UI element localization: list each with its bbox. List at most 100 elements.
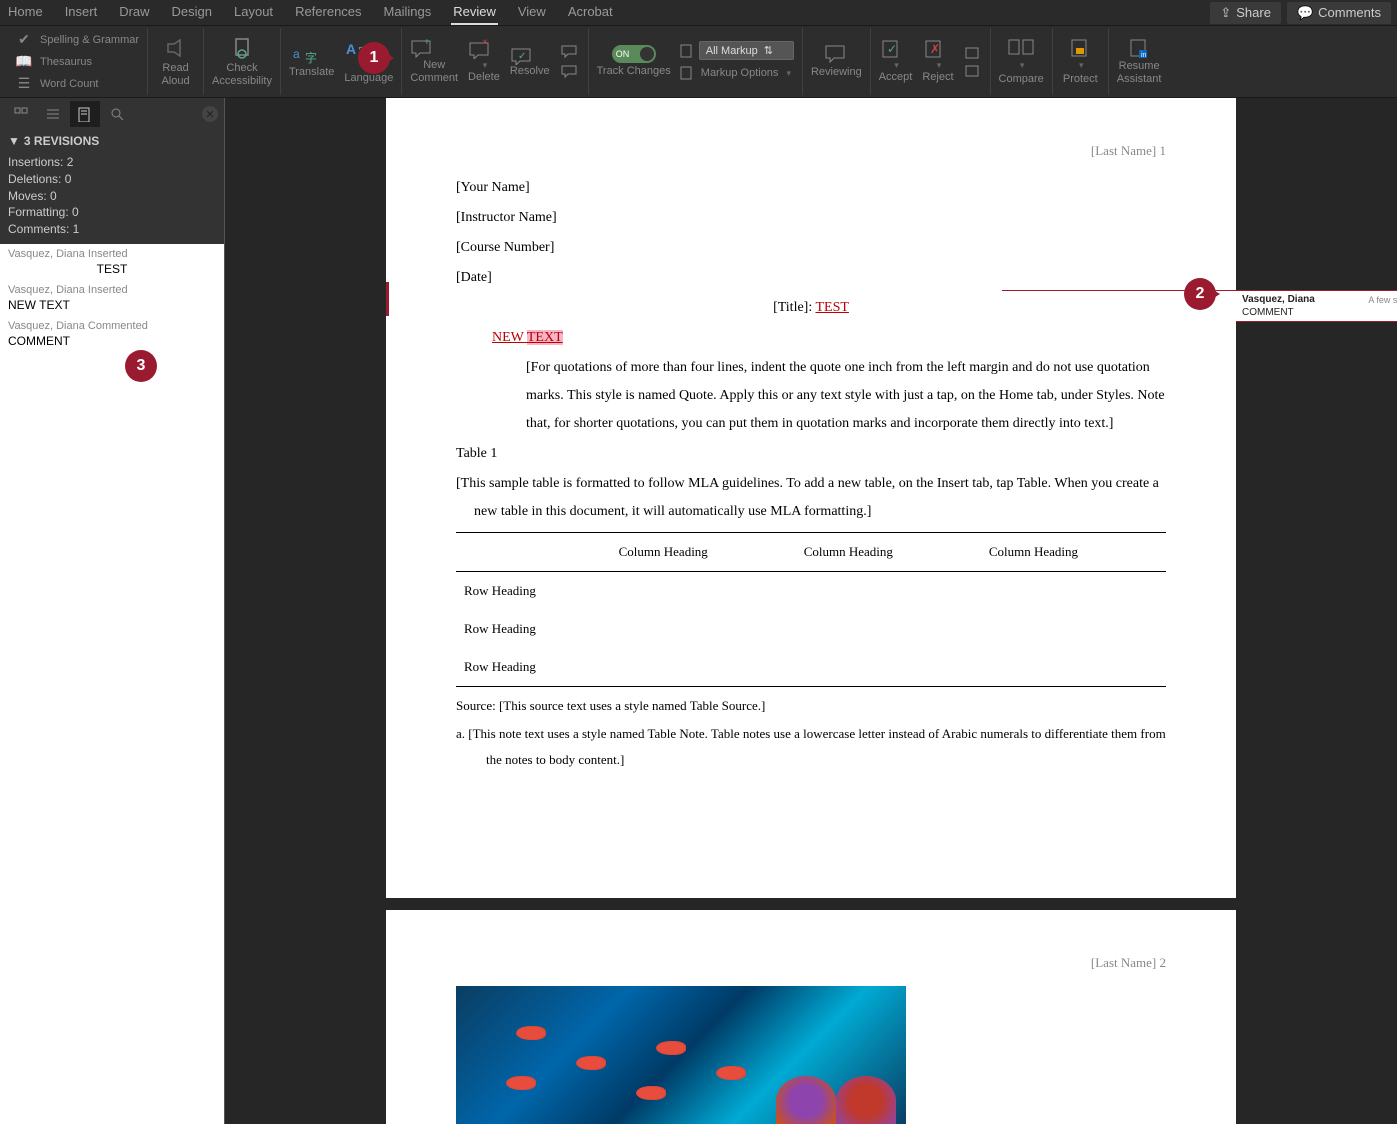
sample-image[interactable] xyxy=(456,986,906,1124)
delete-label: Delete xyxy=(468,71,500,83)
translate-button[interactable]: a字 Translate xyxy=(289,44,334,78)
newcomment-button[interactable]: + New Comment xyxy=(410,39,458,83)
svg-text:+: + xyxy=(424,39,430,48)
tab-mailings[interactable]: Mailings xyxy=(382,0,434,25)
revision-item[interactable]: Vasquez, Diana Inserted TEST xyxy=(0,244,224,280)
markupopt-label: Markup Options xyxy=(701,67,779,79)
page-2[interactable]: [Last Name] 2 xyxy=(386,910,1236,1124)
commented-text: TEXT xyxy=(527,330,563,345)
revision-author: Vasquez, Diana Commented xyxy=(8,320,216,332)
reject-button[interactable]: ✗▾ Reject xyxy=(922,39,953,83)
share-icon: ⇪ xyxy=(1220,5,1231,21)
table-label[interactable]: Table 1 xyxy=(456,440,1166,468)
tab-view[interactable]: View xyxy=(516,0,548,25)
table-note[interactable]: a. [This note text uses a style named Ta… xyxy=(486,721,1166,773)
comment-balloon[interactable]: Vasquez, Diana A few seconds ago ↩ COMME… xyxy=(1236,290,1397,322)
tab-home[interactable]: Home xyxy=(6,0,45,25)
field-date[interactable]: [Date] xyxy=(456,264,1166,292)
comment-time: A few seconds ago xyxy=(1368,295,1397,306)
tab-layout[interactable]: Layout xyxy=(232,0,275,25)
sample-table[interactable]: Column HeadingColumn HeadingColumn Headi… xyxy=(456,532,1166,687)
delete-button[interactable]: ×▾ Delete xyxy=(468,39,500,83)
thumbnails-icon xyxy=(13,106,29,122)
reviewing-button[interactable]: Reviewing xyxy=(803,28,871,95)
col-heading: Column Heading xyxy=(796,533,981,572)
thesaurus-button[interactable]: 📖Thesaurus xyxy=(14,52,139,72)
newtext-line[interactable]: NEW TEXT xyxy=(492,324,1166,352)
markup-dropdown[interactable]: All Markup⇅ xyxy=(699,41,794,60)
readaloud-button[interactable]: Read Aloud xyxy=(148,28,204,95)
pane-tabs: ✕ xyxy=(0,98,224,130)
revision-item[interactable]: Vasquez, Diana Inserted NEW TEXT xyxy=(0,280,224,316)
spelling-button[interactable]: ✔Spelling & Grammar xyxy=(14,30,139,50)
markup-options-button[interactable]: Markup Options▾ xyxy=(679,65,794,81)
tab-insert[interactable]: Insert xyxy=(63,0,100,25)
pane-tab-headings[interactable] xyxy=(38,101,68,127)
menu-bar: Home Insert Draw Design Layout Reference… xyxy=(0,0,1397,26)
accessibility-icon xyxy=(230,36,254,60)
stat-insertions: Insertions: 2 xyxy=(8,154,216,171)
accept-button[interactable]: ✓▾ Accept xyxy=(879,39,913,83)
share-button[interactable]: ⇪ Share xyxy=(1210,2,1281,24)
markupopt-icon xyxy=(679,65,695,81)
prev-comment-icon xyxy=(560,44,580,60)
stat-formatting: Formatting: 0 xyxy=(8,204,216,221)
readaloud-label: Read Aloud xyxy=(161,62,189,86)
quote-block[interactable]: [For quotations of more than four lines,… xyxy=(526,354,1166,438)
comments-label: Comments xyxy=(1318,5,1381,20)
pane-close-button[interactable]: ✕ xyxy=(202,106,218,122)
chevron-down-icon: ▾ xyxy=(1020,60,1025,71)
document-scroll[interactable]: 3 [Last Name] 1 [Your Name] [Instructor … xyxy=(225,98,1397,1124)
comment-author: Vasquez, Diana xyxy=(1242,294,1315,306)
svg-text:✓: ✓ xyxy=(887,42,897,56)
revision-author: Vasquez, Diana Inserted xyxy=(8,248,216,260)
chevron-down-icon: ▾ xyxy=(894,60,899,70)
wordcount-label: Word Count xyxy=(40,78,99,90)
prevnext-comment[interactable] xyxy=(560,44,580,80)
resolve-button[interactable]: ✓ Resolve xyxy=(510,45,550,77)
protect-button[interactable]: ▾ Protect xyxy=(1053,28,1109,95)
revision-item[interactable]: Vasquez, Diana Commented COMMENT xyxy=(0,316,224,352)
field-instructor[interactable]: [Instructor Name] xyxy=(456,204,1166,232)
table-source[interactable]: Source: [This source text uses a style n… xyxy=(456,693,1166,719)
trackchanges-toggle[interactable]: ON xyxy=(612,45,656,63)
translate-label: Translate xyxy=(289,66,334,78)
tab-draw[interactable]: Draw xyxy=(117,0,151,25)
field-course[interactable]: [Course Number] xyxy=(456,234,1166,262)
revision-text: TEST xyxy=(8,262,216,276)
resolve-icon: ✓ xyxy=(510,45,534,65)
accessibility-label: Check Accessibility xyxy=(212,62,272,86)
spelling-label: Spelling & Grammar xyxy=(40,34,139,46)
chevron-down-icon: ▾ xyxy=(1079,60,1084,71)
row-heading: Row Heading xyxy=(456,648,611,687)
tracking-group: ON Track Changes All Markup⇅ Markup Opti… xyxy=(589,28,803,95)
tab-references[interactable]: References xyxy=(293,0,363,25)
comment-body: COMMENT xyxy=(1242,307,1397,319)
pane-tab-thumbnails[interactable] xyxy=(6,101,36,127)
wordcount-button[interactable]: ☰ Word Count xyxy=(14,74,139,94)
resume-button[interactable]: in Resume Assistant xyxy=(1109,28,1170,95)
reject-icon: ✗ xyxy=(922,39,946,59)
table-intro[interactable]: [This sample table is formatted to follo… xyxy=(474,470,1166,526)
page-1[interactable]: [Last Name] 1 [Your Name] [Instructor Na… xyxy=(386,98,1236,898)
field-yourname[interactable]: [Your Name] xyxy=(456,174,1166,202)
comments-button[interactable]: 💬 Comments xyxy=(1287,2,1391,24)
new-insertion: NEW xyxy=(492,330,527,345)
compare-button[interactable]: ▾ Compare xyxy=(991,28,1053,95)
title-line[interactable]: [Title]: TEST xyxy=(456,294,1166,322)
proofing-group: ✔Spelling & Grammar 📖Thesaurus ☰ Word Cou… xyxy=(6,28,148,95)
pane-tab-find[interactable] xyxy=(102,101,132,127)
next-comment-icon xyxy=(560,64,580,80)
accessibility-button[interactable]: Check Accessibility xyxy=(204,28,281,95)
newcomment-label: New Comment xyxy=(410,59,458,83)
tab-design[interactable]: Design xyxy=(170,0,214,25)
tab-acrobat[interactable]: Acrobat xyxy=(566,0,615,25)
tab-review[interactable]: Review xyxy=(451,0,498,25)
svg-text:A: A xyxy=(346,41,356,57)
prevnext-change[interactable] xyxy=(964,46,982,78)
revisions-header[interactable]: ▼3 REVISIONS xyxy=(0,130,224,152)
wordcount-icon: ☰ xyxy=(14,74,34,94)
prev-change-icon xyxy=(964,46,982,60)
stat-deletions: Deletions: 0 xyxy=(8,171,216,188)
pane-tab-reviewing[interactable] xyxy=(70,101,100,127)
